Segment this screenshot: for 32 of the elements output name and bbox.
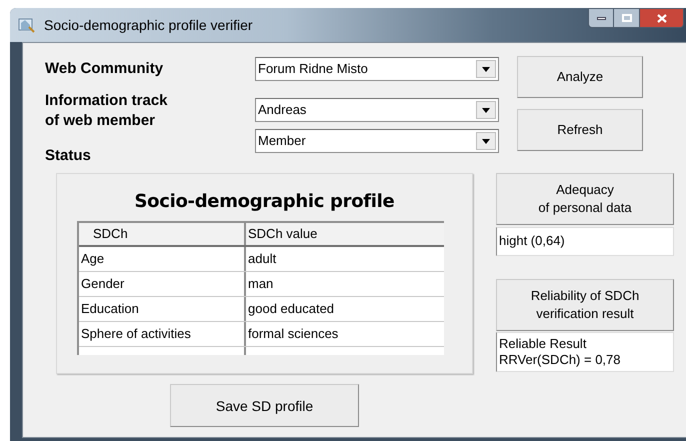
- table-cell: Education: [79, 297, 246, 321]
- dropdown[interactable]: Andreas: [255, 98, 499, 122]
- table-cell: Gender: [79, 272, 246, 296]
- close-button[interactable]: [640, 8, 684, 28]
- field-label: Web Community: [45, 59, 164, 79]
- output-field: hight (0,64): [496, 227, 674, 256]
- column-header[interactable]: SDCh: [79, 223, 246, 245]
- maximize-icon: [622, 14, 632, 22]
- panel-title: Socio-demographic profile: [134, 190, 394, 214]
- dropdown[interactable]: Member: [255, 129, 499, 153]
- minimize-button[interactable]: [588, 8, 614, 28]
- save-button[interactable]: Save SD profile: [170, 384, 359, 427]
- table-cell-text: man: [247, 275, 274, 294]
- action-button[interactable]: Refresh: [517, 109, 643, 151]
- close-icon: [656, 14, 666, 22]
- table-cell: Sphere of activities: [79, 322, 246, 346]
- adequacy-button[interactable]: Adequacy of personal data: [496, 173, 674, 225]
- column-header[interactable]: SDCh value: [246, 223, 444, 245]
- window-title: Socio-demographic profile verifier: [44, 16, 253, 35]
- table-cell: Age: [79, 247, 246, 271]
- maximize-button[interactable]: [614, 8, 640, 28]
- table-cell-text: formal sciences: [247, 325, 340, 344]
- field-label: Information track of web member: [45, 91, 169, 131]
- app-icon: [18, 17, 36, 33]
- output-field: Reliable Result RRVer(SDCh) = 0,78: [496, 332, 674, 372]
- dropdown[interactable]: Forum Ridne Misto: [255, 57, 499, 81]
- action-button[interactable]: Analyze: [517, 56, 643, 98]
- table-cell-text: good educated: [247, 300, 336, 318]
- minimize-icon: [596, 16, 606, 20]
- reliability-button[interactable]: Reliability of SDCh verification result: [496, 279, 674, 331]
- field-label: Status: [45, 146, 92, 166]
- table-cell-text: adult: [247, 250, 278, 268]
